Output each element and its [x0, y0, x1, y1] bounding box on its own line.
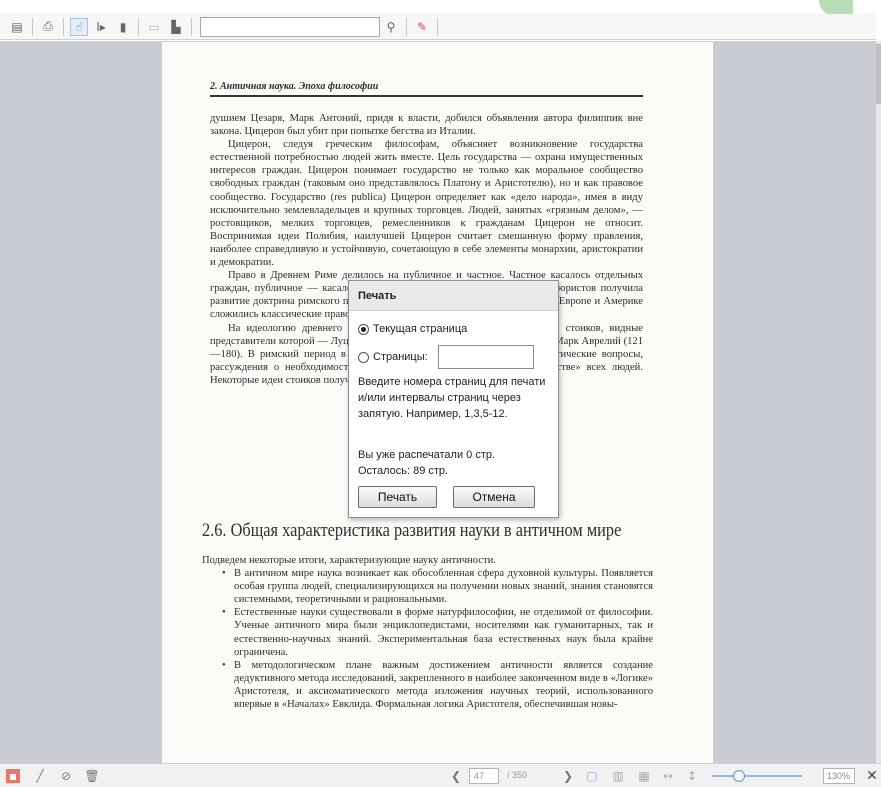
radio-pages[interactable]	[358, 351, 369, 363]
bookmark-icon[interactable]: ▙	[167, 18, 185, 36]
scrollbar-thumb[interactable]	[876, 44, 881, 104]
print-dialog: Печать Текущая страница Страницы: Введит…	[348, 280, 559, 518]
bullet-item: В методологическом плане важным достижен…	[202, 659, 653, 711]
page-lower-body: Подведем некоторые итоги, характеризующи…	[202, 554, 653, 711]
toolbar-divider	[32, 17, 33, 36]
close-icon[interactable]: ✕	[864, 768, 880, 784]
search-icon[interactable]: ⚲	[382, 18, 400, 36]
print-icon[interactable]: ⎙	[39, 18, 57, 36]
printed-count: Вы уже распечатали 0 стр.	[358, 449, 496, 461]
option-pages[interactable]: Страницы:	[358, 351, 428, 363]
sidebar-icon[interactable]: ▤	[8, 18, 26, 36]
page-icon[interactable]: ▮	[114, 18, 132, 36]
page-total: / 350	[507, 770, 528, 780]
zoom-slider-handle[interactable]	[733, 770, 745, 782]
next-page-icon[interactable]: ❯	[560, 768, 576, 784]
option-current-label: Текущая страница	[373, 323, 468, 335]
running-head: 2. Античная наука. Эпоха философии	[210, 81, 643, 97]
bottom-bar: ▪ ╱ ⊘ 🗑 ❮ 47 / 350 ❯ ▢ ▥ ▦ ↔ ↕ 130% ✕	[0, 763, 881, 787]
annotation-icon[interactable]: ▪	[6, 769, 20, 783]
option-current-page[interactable]: Текущая страница	[358, 323, 467, 335]
toolbar-divider	[63, 17, 64, 36]
fit-width-icon[interactable]: ↔	[660, 768, 676, 784]
toolbar-divider	[406, 17, 407, 36]
option-pages-label: Страницы:	[373, 351, 428, 363]
select-tool-icon[interactable]: ☝	[70, 17, 88, 36]
zoom-slider[interactable]	[712, 775, 802, 777]
pages-input[interactable]	[438, 345, 534, 369]
section-title: 2.6. Общая характеристика развития науки…	[202, 520, 622, 541]
paragraph: Цицерон, следуя греческим философам, объ…	[210, 139, 643, 269]
toolbar: ▤ ⎙ ☝ Ι▸ ▮ ▭ ▙ ⚲ ✎	[0, 14, 876, 40]
radio-current-page[interactable]	[358, 323, 369, 335]
bullet-item: Естественные науки существовали в форме …	[202, 606, 653, 658]
cancel-button[interactable]: Отмена	[453, 486, 535, 508]
single-page-view-icon[interactable]: ▢	[584, 768, 600, 784]
paragraph: душием Цезаря, Марк Антоний, придя к вла…	[210, 113, 643, 138]
toolbar-divider	[138, 17, 139, 36]
dialog-title: Печать	[349, 281, 558, 311]
highlight-icon[interactable]: ✎	[413, 18, 431, 36]
two-page-view-icon[interactable]: ▥	[610, 768, 626, 784]
eraser-icon[interactable]: ⊘	[58, 768, 74, 784]
fit-height-icon[interactable]: ↕	[684, 768, 700, 784]
grid-view-icon[interactable]: ▦	[636, 768, 652, 784]
toolbar-divider	[437, 17, 438, 36]
bullet-item: В античном мире наука возникает как обос…	[202, 567, 653, 606]
page-number-input[interactable]: 47	[469, 768, 499, 784]
intro-line: Подведем некоторые итоги, характеризующи…	[202, 555, 496, 566]
search-input[interactable]	[200, 16, 380, 37]
vertical-scrollbar[interactable]	[876, 41, 881, 763]
remaining-count: Осталось: 89 стр.	[358, 465, 449, 477]
trash-icon[interactable]: 🗑	[84, 768, 100, 784]
print-button[interactable]: Печать	[358, 486, 437, 508]
text-select-icon[interactable]: Ι▸	[92, 18, 110, 36]
pencil-icon[interactable]: ╱	[32, 768, 48, 784]
prev-page-icon[interactable]: ❮	[448, 768, 464, 784]
toolbar-divider	[191, 17, 192, 36]
zoom-level[interactable]: 130%	[823, 768, 855, 784]
copy-icon[interactable]: ▭	[145, 18, 163, 36]
pages-hint: Введите номера страниц для печати и/или …	[358, 376, 546, 420]
